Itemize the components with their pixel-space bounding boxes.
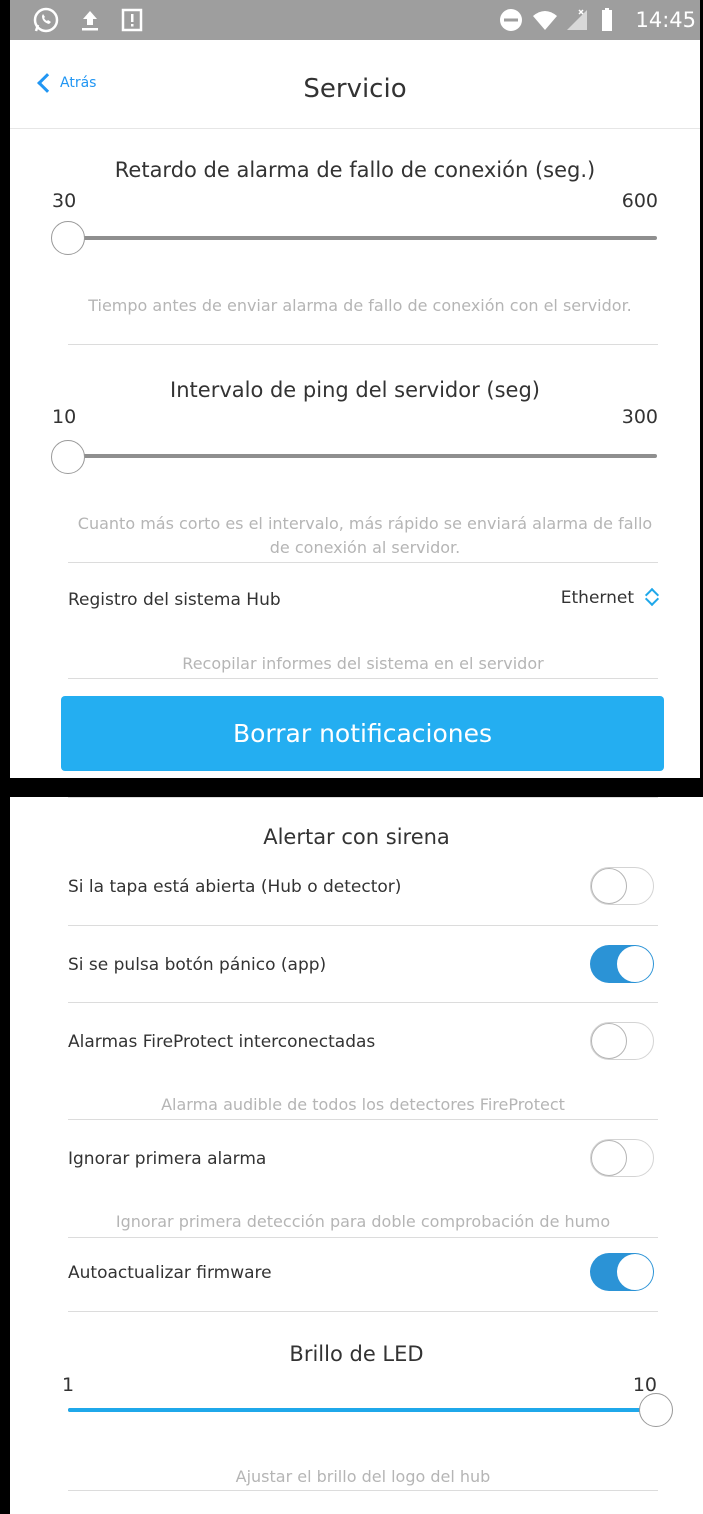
auto-update-label: Autoactualizar firmware <box>68 1263 272 1283</box>
page-title: Servicio <box>303 74 407 104</box>
connection-delay-slider-thumb[interactable] <box>51 221 85 255</box>
hub-log-value: Ethernet <box>560 588 634 608</box>
status-time: 14:45 <box>635 8 696 32</box>
signal-icon <box>563 6 591 34</box>
led-brightness-slider-thumb[interactable] <box>639 1393 673 1427</box>
led-brightness-min: 1 <box>62 1374 75 1396</box>
whatsapp-icon <box>32 6 60 34</box>
fireprotect-label: Alarmas FireProtect interconectadas <box>68 1032 376 1052</box>
ping-interval-title: Intervalo de ping del servidor (seg) <box>170 378 540 402</box>
ping-interval-min: 10 <box>52 406 77 428</box>
connection-delay-description: Tiempo antes de enviar alarma de fallo d… <box>88 296 632 315</box>
led-brightness-slider-track[interactable] <box>68 1408 656 1412</box>
hub-log-description: Recopilar informes del sistema en el ser… <box>182 654 544 673</box>
divider <box>68 678 658 679</box>
ping-interval-max: 300 <box>621 406 658 428</box>
connection-delay-min: 30 <box>52 190 77 212</box>
ignore-first-alarm-description: Ignorar primera detección para doble com… <box>115 1212 611 1231</box>
notification-alert-icon <box>118 6 146 34</box>
divider <box>68 1119 658 1120</box>
do-not-disturb-icon <box>497 6 525 34</box>
top-screen: 14:45 Atrás Servicio Retardo de alarma d… <box>10 0 700 778</box>
status-bar: 14:45 <box>10 0 700 40</box>
lid-open-label: Si la tapa está abierta (Hub o detector) <box>68 877 402 897</box>
header-divider <box>10 128 700 129</box>
divider <box>68 1002 658 1003</box>
panic-button-label: Si se pulsa botón pánico (app) <box>68 955 327 975</box>
ping-interval-slider-track[interactable] <box>68 454 657 458</box>
siren-section-title: Alertar con sirena <box>263 825 450 849</box>
bottom-screen: Alertar con sirena Si la tapa está abier… <box>10 797 703 1514</box>
clear-notifications-button[interactable]: Borrar notificaciones <box>61 696 664 771</box>
ignore-first-alarm-toggle[interactable] <box>590 1139 654 1177</box>
ping-interval-slider-thumb[interactable] <box>51 440 85 474</box>
led-brightness-title: Brillo de LED <box>289 1342 424 1366</box>
divider <box>68 1237 658 1238</box>
divider <box>68 562 658 563</box>
connection-delay-max: 600 <box>621 190 658 212</box>
upload-icon <box>76 6 104 34</box>
divider <box>68 797 658 798</box>
fireprotect-description: Alarma audible de todos los detectores F… <box>161 1095 565 1114</box>
hub-log-select[interactable]: Ethernet <box>561 586 660 610</box>
divider <box>68 1311 658 1312</box>
led-brightness-description: Ajustar el brillo del logo del hub <box>235 1467 491 1486</box>
connection-delay-title: Retardo de alarma de fallo de conexión (… <box>114 158 596 182</box>
up-down-chevron-icon <box>644 586 660 610</box>
connection-delay-slider-track[interactable] <box>68 236 657 240</box>
lid-open-toggle[interactable] <box>590 867 654 905</box>
auto-update-toggle[interactable] <box>590 1253 654 1291</box>
ping-interval-description: Cuanto más corto es el intervalo, más rá… <box>77 514 653 557</box>
panic-button-toggle[interactable] <box>590 945 654 983</box>
hub-log-label: Registro del sistema Hub <box>68 590 281 610</box>
battery-icon <box>593 6 621 34</box>
divider <box>68 1490 658 1491</box>
wifi-icon <box>531 6 559 34</box>
divider <box>68 925 658 926</box>
fireprotect-toggle[interactable] <box>590 1022 654 1060</box>
ignore-first-alarm-label: Ignorar primera alarma <box>68 1149 267 1169</box>
divider <box>68 344 658 345</box>
